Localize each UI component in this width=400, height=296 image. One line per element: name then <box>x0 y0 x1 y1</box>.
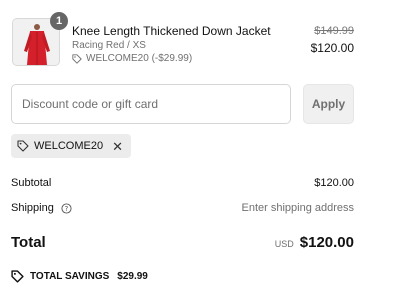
discount-code-input[interactable] <box>11 84 291 124</box>
tag-icon <box>17 140 29 152</box>
svg-text:?: ? <box>65 204 69 212</box>
total-label: Total <box>11 234 46 251</box>
total-amount: USD $120.00 <box>275 234 354 251</box>
tag-icon <box>11 270 24 283</box>
tag-icon <box>72 53 82 64</box>
item-discount: WELCOME20 (-$29.99) <box>72 53 192 64</box>
subtotal-label: Subtotal <box>11 177 52 189</box>
currency-code: USD <box>274 239 294 249</box>
product-name: Knee Length Thickened Down Jacket <box>72 24 271 38</box>
item-price: $120.00 <box>310 41 354 55</box>
total-value: $120.00 <box>299 234 354 251</box>
shipping-label: Shipping <box>11 202 54 214</box>
product-variant: Racing Red / XS <box>72 40 146 51</box>
savings-label: TOTAL SAVINGS <box>30 271 110 282</box>
subtotal-value: $120.00 <box>314 177 354 189</box>
quantity-badge: 1 <box>50 12 68 30</box>
line-item: 1 Knee Length Thickened Down Jacket Raci… <box>12 12 388 70</box>
info-icon[interactable]: ? <box>61 203 72 214</box>
total-savings: TOTAL SAVINGS $29.99 <box>11 270 148 283</box>
item-discount-label: WELCOME20 (-$29.99) <box>86 53 193 64</box>
shipping-value: Enter shipping address <box>241 202 354 214</box>
savings-value: $29.99 <box>117 271 148 282</box>
apply-button[interactable]: Apply <box>303 84 354 124</box>
remove-discount-icon[interactable]: ✕ <box>112 140 123 153</box>
compare-at-price: $149.99 <box>314 25 354 37</box>
shipping-row-label: Shipping ? <box>11 202 72 214</box>
applied-discount-chip: WELCOME20 ✕ <box>11 134 131 158</box>
applied-code-label: WELCOME20 <box>34 140 104 152</box>
